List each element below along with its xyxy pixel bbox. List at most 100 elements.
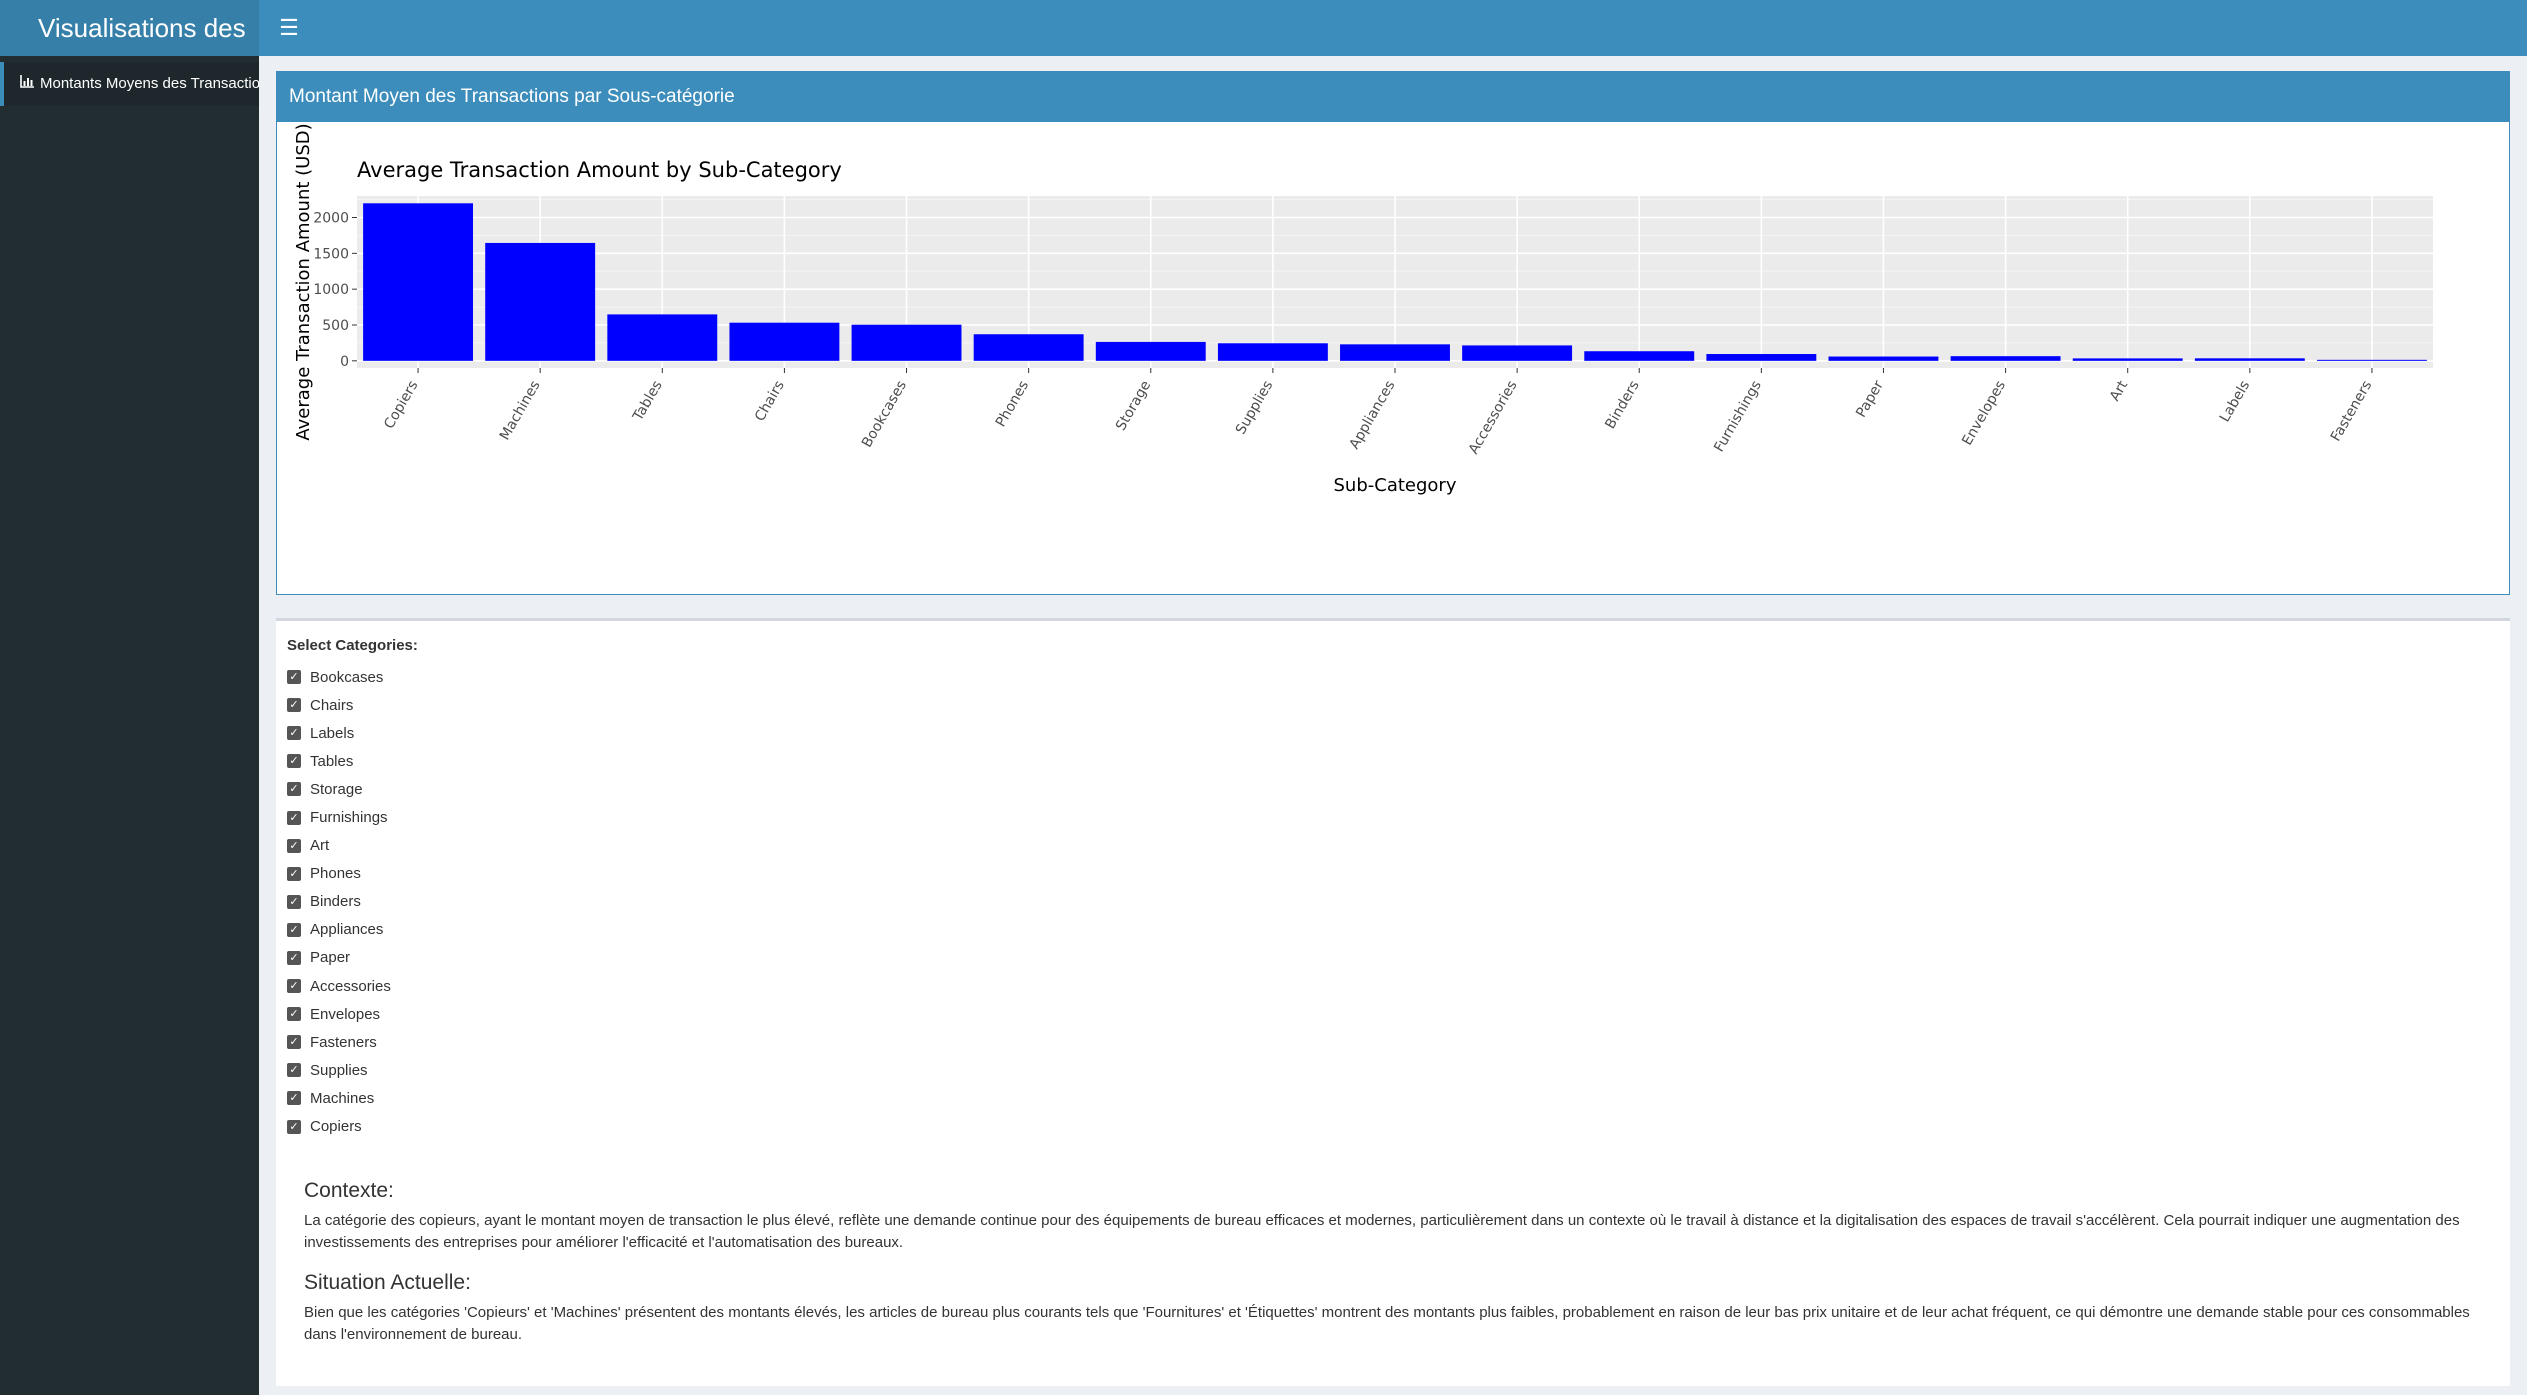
category-checkbox-binders[interactable]: ✓ Binders [287,888,391,916]
category-checkbox-bookcases[interactable]: ✓ Bookcases [287,663,391,691]
checkbox-label: Labels [310,724,355,742]
checkbox-label: Accessories [310,977,391,995]
y-tick-label: 500 [322,318,349,334]
category-checkbox-labels[interactable]: ✓ Labels [287,719,391,747]
bar-phones [973,334,1084,361]
checkbox-label: Tables [310,752,354,770]
checkbox-checked-icon[interactable]: ✓ [287,922,301,937]
bar-tables [607,314,718,361]
app-title[interactable]: Visualisations des [0,0,259,56]
checkbox-checked-icon[interactable]: ✓ [287,1119,301,1134]
x-axis-label: Sub-Category [1334,475,1457,496]
category-checkbox-chairs[interactable]: ✓ Chairs [287,691,391,719]
checkbox-checked-icon[interactable]: ✓ [287,726,301,741]
checkbox-label: Bookcases [310,668,384,686]
x-tick-label: Copiers [381,378,421,432]
checkbox-label: Appliances [310,921,384,939]
sidebar-item-label: Montants Moyens des Transactions [40,75,259,92]
y-tick-label: 1000 [313,282,349,298]
x-tick-label: Bookcases [859,378,910,450]
category-checkbox-tables[interactable]: ✓ Tables [287,747,391,775]
x-tick-label: Fasteners [2328,378,2375,444]
checkbox-label: Furnishings [310,809,388,827]
checkbox-checked-icon[interactable]: ✓ [287,754,301,769]
checkbox-label: Fasteners [310,1033,377,1051]
chart-title: Average Transaction Amount by Sub-Catego… [357,158,842,182]
sidebar-item-montants-moyens[interactable]: Montants Moyens des Transactions [0,62,259,106]
category-checkbox-phones[interactable]: ✓ Phones [287,860,391,888]
x-tick-label: Furnishings [1711,378,1765,455]
category-checkbox-supplies[interactable]: ✓ Supplies [287,1056,391,1084]
checkbox-checked-icon[interactable]: ✓ [287,1063,301,1078]
bar-chart: Average Transaction Amount by Sub-Catego… [293,123,2433,496]
checkbox-label: Binders [310,893,361,911]
situation-text: Bien que les catégories 'Copieurs' et 'M… [304,1304,2470,1343]
commentary: Contexte: La catégorie des copieurs, aya… [304,1176,2494,1346]
category-checkbox-art[interactable]: ✓ Art [287,832,391,860]
category-checkbox-paper[interactable]: ✓ Paper [287,944,391,972]
filter-label: Select Categories: [287,637,418,654]
filter-box: Select Categories: ✓ Bookcases ✓ Chairs ✓ Lab… [276,618,2510,1386]
checkbox-label: Copiers [310,1118,362,1136]
checkbox-checked-icon[interactable]: ✓ [287,894,301,909]
bar-art [2072,358,2183,361]
chart-box: Montant Moyen des Transactions par Sous-… [276,71,2510,595]
sidebar: Montants Moyens des Transactions [0,56,259,1395]
category-checkbox-fasteners[interactable]: ✓ Fasteners [287,1028,391,1056]
bar-chart-icon [20,62,36,106]
y-tick-label: 0 [340,354,349,370]
hamburger-icon[interactable]: ☰ [275,14,303,42]
category-checkbox-accessories[interactable]: ✓ Accessories [287,972,391,1000]
checkbox-checked-icon[interactable]: ✓ [287,838,301,853]
checkbox-label: Machines [310,1089,375,1107]
x-tick-label: Appliances [1347,378,1399,452]
checkbox-checked-icon[interactable]: ✓ [287,698,301,713]
bar-labels [2194,358,2305,361]
y-axis-label: Average Transaction Amount (USD) [293,123,314,440]
x-tick-label: Art [2107,378,2132,404]
bar-envelopes [1950,356,2061,361]
y-tick-label: 2000 [313,211,349,227]
checkbox-label: Paper [310,949,351,967]
x-tick-label: Binders [1602,378,1642,432]
bar-storage [1095,341,1206,361]
checkbox-checked-icon[interactable]: ✓ [287,670,301,685]
category-checkbox-appliances[interactable]: ✓ Appliances [287,916,391,944]
category-checkbox-copiers[interactable]: ✓ Copiers [287,1113,391,1141]
category-checkbox-furnishings[interactable]: ✓ Furnishings [287,803,391,831]
top-navbar: ☰ [259,0,2527,56]
chart-box-title: Montant Moyen des Transactions par Sous-… [277,72,2509,122]
bar-supplies [1217,343,1328,361]
x-tick-label: Paper [1853,378,1887,421]
category-checkbox-group: ✓ Bookcases ✓ Chairs ✓ Labels ✓ Tables ✓ Storage ✓… [287,663,391,1141]
category-checkbox-machines[interactable]: ✓ Machines [287,1084,391,1112]
category-checkbox-storage[interactable]: ✓ Storage [287,775,391,803]
y-tick-label: 1500 [313,246,349,262]
checkbox-checked-icon[interactable]: ✓ [287,782,301,797]
category-checkbox-envelopes[interactable]: ✓ Envelopes [287,1000,391,1028]
bar-paper [1828,356,1939,361]
checkbox-label: Phones [310,865,361,883]
x-tick-label: Envelopes [1959,378,2009,448]
checkbox-checked-icon[interactable]: ✓ [287,950,301,965]
checkbox-label: Art [310,837,330,855]
x-tick-label: Labels [2217,378,2253,425]
x-tick-label: Storage [1113,378,1154,433]
bar-chairs [729,322,840,361]
checkbox-checked-icon[interactable]: ✓ [287,1007,301,1022]
context-text: La catégorie des copieurs, ayant le mont… [304,1212,2460,1251]
x-tick-label: Accessories [1466,378,1521,457]
x-tick-label: Chairs [752,378,788,424]
checkbox-label: Supplies [310,1061,368,1079]
checkbox-checked-icon[interactable]: ✓ [287,1035,301,1050]
x-tick-label: Phones [993,378,1032,430]
bar-binders [1584,351,1695,361]
checkbox-checked-icon[interactable]: ✓ [287,1091,301,1106]
checkbox-checked-icon[interactable]: ✓ [287,866,301,881]
x-tick-label: Machines [497,378,544,443]
x-tick-label: Supplies [1233,378,1276,437]
checkbox-label: Chairs [310,696,354,714]
situation-title: Situation Actuelle: [304,1271,471,1294]
checkbox-checked-icon[interactable]: ✓ [287,810,301,825]
checkbox-checked-icon[interactable]: ✓ [287,979,301,994]
